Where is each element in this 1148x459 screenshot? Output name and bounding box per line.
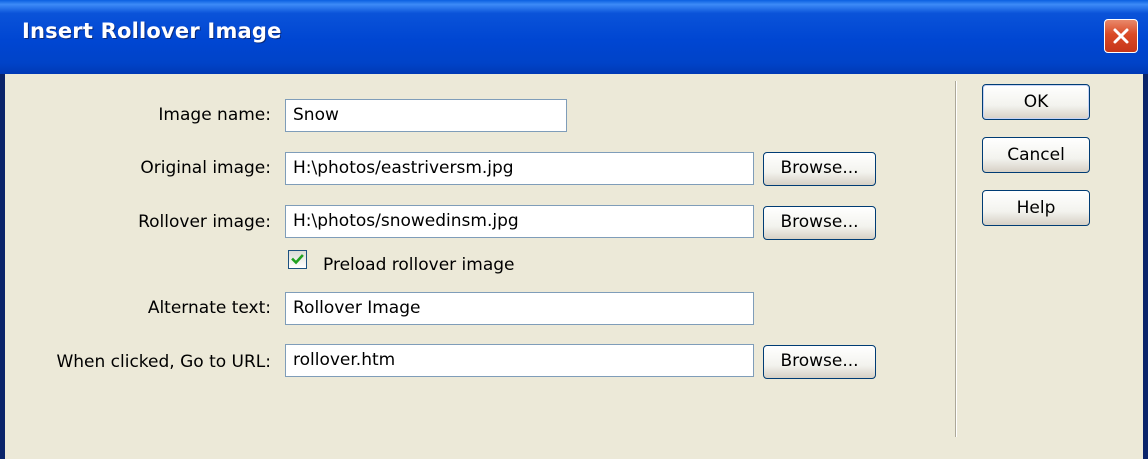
url-label: When clicked, Go to URL: [56,352,271,372]
dialog-title: Insert Rollover Image [22,19,282,43]
close-icon [1113,28,1129,44]
original-image-browse-button[interactable]: Browse... [763,152,876,186]
original-image-label: Original image: [140,158,271,178]
preload-checkbox[interactable] [288,250,307,269]
url-input[interactable]: rollover.htm [285,344,754,377]
image-name-label: Image name: [158,105,271,125]
preload-label[interactable]: Preload rollover image [323,255,515,275]
original-image-input[interactable]: H:\photos/eastriversm.jpg [285,152,754,185]
dialog-body [5,74,1143,459]
alternate-text-input[interactable]: Rollover Image [285,292,754,325]
dialog-window: Insert Rollover Image Image name: Snow O… [0,0,1148,459]
ok-button[interactable]: OK [982,84,1090,120]
close-button[interactable] [1104,19,1138,53]
rollover-image-input[interactable]: H:\photos/snowedinsm.jpg [285,205,754,238]
help-button[interactable]: Help [982,190,1090,226]
rollover-image-label: Rollover image: [138,212,271,232]
image-name-input[interactable]: Snow [285,99,567,132]
cancel-button[interactable]: Cancel [982,137,1090,173]
checkmark-icon [291,254,304,265]
title-bar[interactable]: Insert Rollover Image [0,0,1148,74]
vertical-separator [955,81,957,437]
url-browse-button[interactable]: Browse... [763,345,876,379]
alternate-text-label: Alternate text: [147,298,271,318]
rollover-image-browse-button[interactable]: Browse... [763,206,876,240]
